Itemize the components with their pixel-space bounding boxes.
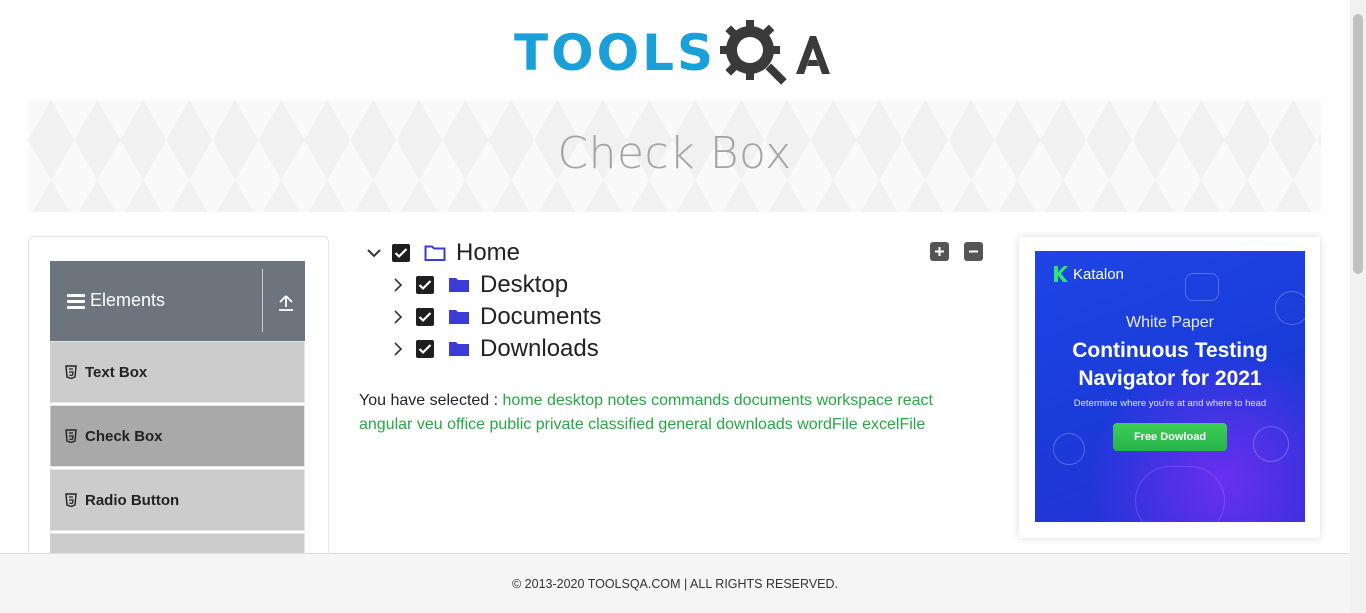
result-selected-items-line2: angular veu office public private classi… bbox=[359, 416, 926, 433]
tree-label-desktop[interactable]: Desktop bbox=[480, 271, 568, 299]
sidebar-item-text-box[interactable]: Text Box bbox=[50, 341, 305, 403]
katalon-logo-icon bbox=[1054, 266, 1068, 282]
ad-headline-line1: Continuous Testing bbox=[1072, 339, 1268, 362]
html5-icon bbox=[65, 493, 77, 507]
ad-headline: Continuous Testing Navigator for 2021 bbox=[1035, 337, 1305, 393]
tree-toggle-downloads[interactable] bbox=[390, 341, 406, 357]
footer-copyright: © 2013-2020 TOOLSQA.COM | ALL RIGHTS RES… bbox=[511, 577, 838, 591]
tree-checkbox-downloads[interactable] bbox=[416, 340, 434, 358]
hamburger-icon bbox=[67, 294, 85, 309]
ad-cta-button[interactable]: Free Dowload bbox=[1113, 423, 1227, 451]
ad-container: Katalon White Paper Continuous Testing N… bbox=[1019, 237, 1320, 538]
code-icon bbox=[1185, 273, 1219, 301]
tree-checkbox-desktop[interactable] bbox=[416, 276, 434, 294]
plus-icon bbox=[935, 247, 944, 256]
ad-brand-label: Katalon bbox=[1073, 265, 1124, 283]
folder-icon bbox=[449, 342, 469, 356]
check-icon bbox=[418, 280, 432, 291]
tree-checkbox-home[interactable] bbox=[392, 244, 410, 262]
sidebar-item-label: Radio Button bbox=[85, 491, 180, 509]
minus-icon bbox=[969, 250, 978, 253]
tree-node-home: Home bbox=[366, 237, 520, 269]
page-title: Check Box bbox=[557, 128, 792, 179]
header-divider bbox=[262, 269, 263, 332]
tree-node-desktop: Desktop bbox=[390, 269, 568, 301]
tree-label-home[interactable]: Home bbox=[456, 239, 520, 267]
html5-icon bbox=[65, 365, 77, 379]
logo-letter-a-icon bbox=[796, 36, 830, 74]
tree-checkbox-documents[interactable] bbox=[416, 308, 434, 326]
toolsqa-logo[interactable]: TOOLS bbox=[514, 14, 832, 92]
chevron-down-icon bbox=[367, 249, 381, 258]
check-icon bbox=[418, 344, 432, 355]
tree-node-downloads: Downloads bbox=[390, 333, 599, 365]
logo-text-tools: TOOLS bbox=[514, 24, 716, 82]
page-banner: Check Box bbox=[28, 100, 1321, 212]
sidebar: Elements Text Box Check Box Radio Button bbox=[28, 236, 329, 566]
ad-subtitle: Determine where you're at and where to h… bbox=[1073, 398, 1267, 409]
collapse-all-button[interactable] bbox=[964, 242, 983, 261]
sidebar-item-check-box[interactable]: Check Box bbox=[50, 405, 305, 467]
tree-node-documents: Documents bbox=[390, 301, 601, 333]
check-icon bbox=[394, 248, 408, 259]
check-icon bbox=[418, 312, 432, 323]
collapse-arrow-icon[interactable] bbox=[278, 294, 294, 312]
elements-group-title: Elements bbox=[90, 290, 166, 310]
tree-label-downloads[interactable]: Downloads bbox=[480, 335, 599, 363]
katalon-brand: Katalon bbox=[1053, 265, 1124, 283]
expand-all-button[interactable] bbox=[930, 242, 949, 261]
sidebar-item-radio-button[interactable]: Radio Button bbox=[50, 469, 305, 531]
folder-icon bbox=[449, 310, 469, 324]
timer-icon bbox=[1053, 433, 1085, 465]
ad-eyebrow: White Paper bbox=[1125, 314, 1215, 331]
elements-group-header[interactable]: Elements bbox=[50, 261, 305, 341]
folder-open-icon bbox=[424, 245, 446, 261]
selection-result: You have selected : home desktop notes c… bbox=[359, 389, 959, 437]
chevron-right-icon bbox=[394, 342, 403, 356]
tree-label-documents[interactable]: Documents bbox=[480, 303, 601, 331]
chevron-right-icon bbox=[394, 310, 403, 324]
gear-magnifier-icon bbox=[720, 20, 787, 85]
sidebar-item-label: Check Box bbox=[85, 427, 163, 445]
tree-toggle-desktop[interactable] bbox=[390, 277, 406, 293]
ad-headline-line2: Navigator for 2021 bbox=[1078, 367, 1262, 390]
tree-toggle-home[interactable] bbox=[366, 245, 382, 261]
scrollbar-thumb[interactable] bbox=[1353, 14, 1363, 274]
infinity-graphic bbox=[1135, 466, 1225, 522]
logo-qa-mark bbox=[718, 16, 832, 90]
footer: © 2013-2020 TOOLSQA.COM | ALL RIGHTS RES… bbox=[0, 553, 1350, 613]
rocket-icon bbox=[1253, 426, 1289, 462]
result-prefix: You have selected : bbox=[359, 392, 499, 409]
tree-toggle-documents[interactable] bbox=[390, 309, 406, 325]
katalon-ad[interactable]: Katalon White Paper Continuous Testing N… bbox=[1035, 251, 1305, 522]
page-scrollbar[interactable] bbox=[1350, 0, 1366, 613]
result-selected-items-line1: home desktop notes commands documents wo… bbox=[502, 392, 933, 409]
chevron-right-icon bbox=[394, 278, 403, 292]
folder-icon bbox=[449, 278, 469, 292]
sidebar-item-label: Text Box bbox=[85, 363, 148, 381]
html5-icon bbox=[65, 429, 77, 443]
elements-menu: Text Box Check Box Radio Button bbox=[50, 341, 305, 565]
